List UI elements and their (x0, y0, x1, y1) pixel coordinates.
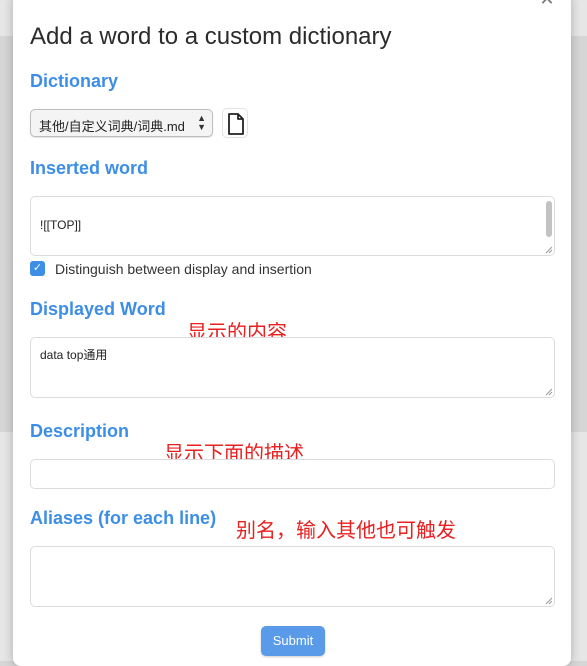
displayed-word-label: Displayed Word (30, 299, 166, 319)
resize-handle-icon[interactable] (544, 596, 553, 605)
open-file-button[interactable] (222, 108, 248, 138)
submit-button[interactable]: Submit (261, 626, 325, 656)
description-input[interactable] (30, 459, 555, 489)
dictionary-label: Dictionary (30, 71, 119, 91)
aliases-textarea[interactable] (30, 546, 555, 607)
displayed-word-value: data top通用 (40, 348, 108, 362)
resize-handle-icon[interactable] (544, 387, 553, 396)
inserted-word-value: ![[TOP]] (40, 218, 82, 232)
scrollbar[interactable] (546, 201, 552, 237)
distinguish-checkbox[interactable]: ✓ (30, 261, 45, 276)
resize-handle-icon[interactable] (544, 245, 553, 254)
dictionary-select[interactable]: 其他/自定义词典/词典.md ▲ ▼ (30, 109, 213, 137)
distinguish-label: Distinguish between display and insertio… (55, 261, 312, 277)
dictionary-select-value: 其他/自定义词典/词典.md (39, 119, 185, 134)
description-label: Description (30, 421, 130, 441)
aliases-annotation: 别名，输入其他也可触发 (236, 518, 456, 542)
aliases-label: Aliases (for each line) (30, 508, 217, 528)
file-icon (228, 113, 244, 135)
displayed-word-textarea[interactable]: data top通用 (30, 337, 555, 398)
add-word-dialog: ✕ Add a word to a custom dictionary Dict… (13, 0, 571, 666)
dialog-title: Add a word to a custom dictionary (30, 23, 392, 50)
close-icon[interactable]: ✕ (538, 0, 556, 8)
chevron-updown-icon: ▲ ▼ (197, 113, 206, 132)
inserted-word-textarea[interactable]: ![[TOP]] (30, 196, 555, 256)
inserted-word-label: Inserted word (30, 158, 149, 178)
